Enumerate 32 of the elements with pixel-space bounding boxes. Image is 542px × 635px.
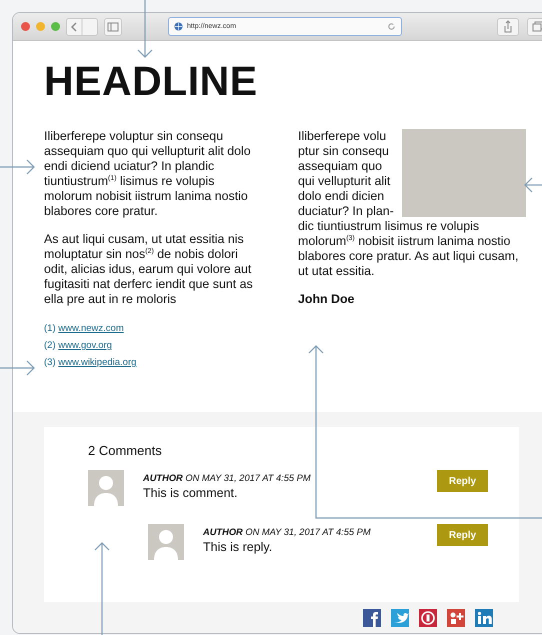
linkedin-icon[interactable] — [475, 609, 493, 627]
annotation-arrow — [138, 0, 152, 58]
comment-meta: AUTHOR ON MAY 31, 2017 AT 4:55 PM — [203, 527, 372, 537]
globe-icon — [174, 22, 183, 31]
share-icon[interactable] — [497, 18, 519, 36]
reload-icon[interactable] — [387, 22, 396, 31]
twitter-icon[interactable] — [391, 609, 409, 627]
pinterest-icon[interactable] — [419, 609, 437, 627]
comment-text: This is comment. — [143, 486, 238, 500]
facebook-icon[interactable] — [363, 609, 381, 627]
annotation-arrow — [0, 360, 35, 376]
body-paragraph: As aut liqui cusam, ut utat essitia nis moluptatur sin nos$^{(2)}$ de nobis dolori odit, alicias idus, earum qui volore aut fugitasiti nat derferc iendit que sunt as ella pre aut in re moloris — [44, 232, 254, 307]
annotation-arrow — [524, 178, 542, 192]
googleplus-icon[interactable] — [447, 609, 465, 627]
author-name: John Doe — [298, 292, 354, 307]
footnote: (2) www.gov.org — [44, 339, 113, 353]
maximize-icon[interactable] — [51, 22, 60, 31]
comment-meta: AUTHOR ON MAY 31, 2017 AT 4:55 PM — [143, 473, 312, 483]
back-forward-icon[interactable] — [66, 18, 98, 36]
footnote: (1) www.newz.com — [44, 322, 125, 336]
annotation-arrow — [0, 160, 35, 174]
footnote-link[interactable]: www.newz.com — [58, 323, 124, 334]
close-icon[interactable] — [21, 22, 30, 31]
footnote-link[interactable]: www.wikipedia.org — [58, 357, 136, 368]
headline: HEADLINE — [44, 58, 259, 104]
body-paragraph: Iliberferepe voluptur sin consequ assequiam quo qui vellupturit alit dolo endi diciend uciatur? In plandic tiuntiustrum$^{(1)}$ lisimus re volupis molorum nobisit iistrum lanima nostio blabores core pratur. — [44, 129, 252, 219]
footnote-link[interactable]: www.gov.org — [58, 340, 112, 351]
body-paragraph: dic tiuntiustrum lisimus re volupis molorum$^{(3)}$ nobisit iistrum lanima nostio blabores core pratur. As aut liqui cusam, ut utat essitia. — [298, 219, 520, 279]
sidebar-icon[interactable] — [104, 18, 122, 36]
comment-text: This is reply. — [203, 540, 274, 554]
footnote: (3) www.wikipedia.org — [44, 356, 138, 370]
comments-title: 2 Comments — [88, 443, 162, 458]
